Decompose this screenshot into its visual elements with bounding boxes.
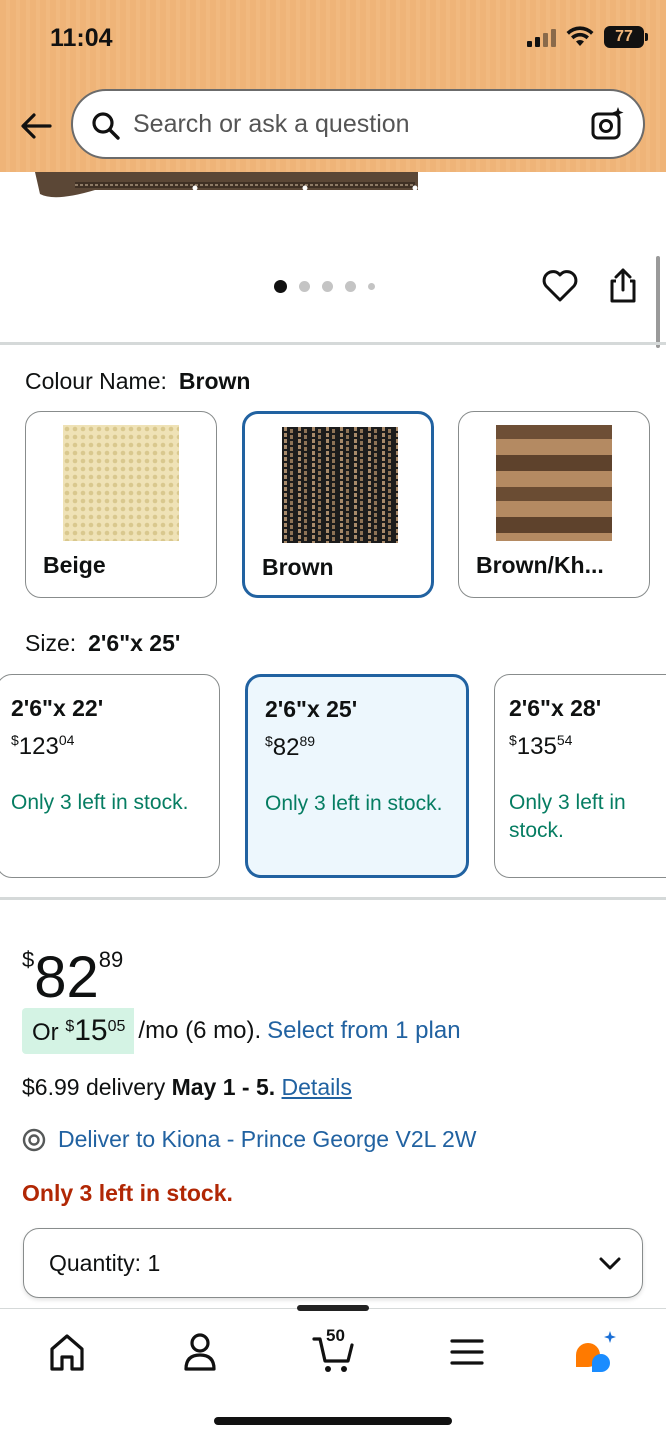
quantity-value: 1 xyxy=(147,1250,161,1276)
wifi-icon xyxy=(566,26,594,46)
carousel-dot xyxy=(322,281,333,292)
cart-count-badge: 50 xyxy=(326,1326,345,1345)
size-option[interactable]: 2'6"x 22' $12304 Only 3 left in stock. xyxy=(0,674,220,878)
select-plan-link[interactable]: Select from 1 plan xyxy=(267,1017,460,1045)
quantity-select[interactable]: Quantity: 1 xyxy=(23,1228,643,1298)
colour-label-text: Colour Name: xyxy=(25,368,167,394)
home-indicator xyxy=(214,1417,452,1425)
quantity-label: Quantity: 1 xyxy=(49,1250,161,1276)
size-option-price: $8289 xyxy=(265,733,316,761)
plan-term: /mo (6 mo). xyxy=(138,1017,262,1044)
colour-label: Colour Name: Brown xyxy=(25,368,250,395)
product-price: $8289 xyxy=(22,945,124,1010)
brown-swatch-image xyxy=(282,427,398,543)
carousel-dot xyxy=(299,281,310,292)
size-option-price: $12304 xyxy=(11,732,75,760)
size-option-stock: Only 3 left in stock. xyxy=(11,791,189,814)
colour-option-beige[interactable]: Beige xyxy=(25,411,217,598)
share-icon[interactable] xyxy=(606,266,640,306)
carousel-dot xyxy=(345,281,356,292)
size-option-selected[interactable]: 2'6"x 25' $8289 Only 3 left in stock. xyxy=(245,674,469,878)
status-time: 11:04 xyxy=(50,24,113,52)
delivery-date: May 1 - 5. xyxy=(171,1074,276,1100)
delivery-info: $6.99 delivery May 1 - 5. Details xyxy=(22,1074,352,1100)
monthly-plan: Or $1505 /mo (6 mo). Select from 1 plan xyxy=(22,1008,461,1054)
colour-option-brown-khaki[interactable]: Brown/Kh... xyxy=(458,411,650,598)
home-icon[interactable] xyxy=(42,1327,92,1377)
divider xyxy=(0,342,666,345)
carousel-dot xyxy=(274,280,287,293)
size-label: Size: 2'6"x 25' xyxy=(25,630,180,657)
header: 11:04 77 xyxy=(0,0,666,172)
colour-option-name: Beige xyxy=(43,552,106,578)
size-option-dimension: 2'6"x 28' xyxy=(509,695,602,721)
size-option-stock: Only 3 left in stock. xyxy=(509,791,626,842)
brown-khaki-swatch-image xyxy=(496,425,612,541)
search-icon xyxy=(92,112,120,140)
camera-search-icon[interactable] xyxy=(589,105,627,143)
account-icon[interactable] xyxy=(175,1327,225,1377)
status-icons: 77 xyxy=(527,26,648,48)
beige-swatch-image xyxy=(63,425,179,541)
deliver-to-text: Deliver to Kiona - Prince George V2L 2W xyxy=(58,1126,477,1152)
colour-option-name: Brown/Kh... xyxy=(476,552,604,578)
stock-alert: Only 3 left in stock. xyxy=(22,1180,233,1206)
size-option-dimension: 2'6"x 25' xyxy=(265,696,358,722)
plan-badge: Or $1505 xyxy=(22,1008,135,1054)
heart-icon[interactable] xyxy=(540,266,580,306)
rufus-ai-icon[interactable] xyxy=(572,1327,622,1377)
battery-icon: 77 xyxy=(604,26,648,48)
size-option-price: $13554 xyxy=(509,732,573,760)
carousel-dot xyxy=(368,283,375,290)
active-tab-indicator xyxy=(297,1305,369,1311)
colour-option-brown[interactable]: Brown xyxy=(242,411,434,598)
chevron-down-icon xyxy=(599,1257,621,1270)
size-option-dimension: 2'6"x 22' xyxy=(11,695,104,721)
menu-icon[interactable] xyxy=(442,1327,492,1377)
scrollbar[interactable] xyxy=(656,256,660,348)
delivery-details-link[interactable]: Details xyxy=(282,1074,352,1100)
deliver-to-link[interactable]: Deliver to Kiona - Prince George V2L 2W xyxy=(22,1126,476,1153)
carousel-dots[interactable] xyxy=(274,280,375,293)
back-arrow-icon[interactable] xyxy=(16,106,56,146)
colour-selected-value: Brown xyxy=(178,368,251,394)
divider xyxy=(0,897,666,900)
product-image[interactable] xyxy=(35,172,418,200)
location-pin-icon xyxy=(22,1128,46,1151)
cellular-signal-icon xyxy=(527,27,556,47)
search-bar[interactable] xyxy=(71,89,645,159)
size-label-text: Size: xyxy=(25,630,77,656)
size-option[interactable]: 2'6"x 28' $13554 Only 3 left in stock. xyxy=(494,674,666,878)
colour-option-name: Brown xyxy=(262,554,334,580)
search-input[interactable] xyxy=(133,105,573,143)
size-option-stock: Only 3 left in stock. xyxy=(265,792,443,815)
size-selected-value: 2'6"x 25' xyxy=(88,630,181,656)
